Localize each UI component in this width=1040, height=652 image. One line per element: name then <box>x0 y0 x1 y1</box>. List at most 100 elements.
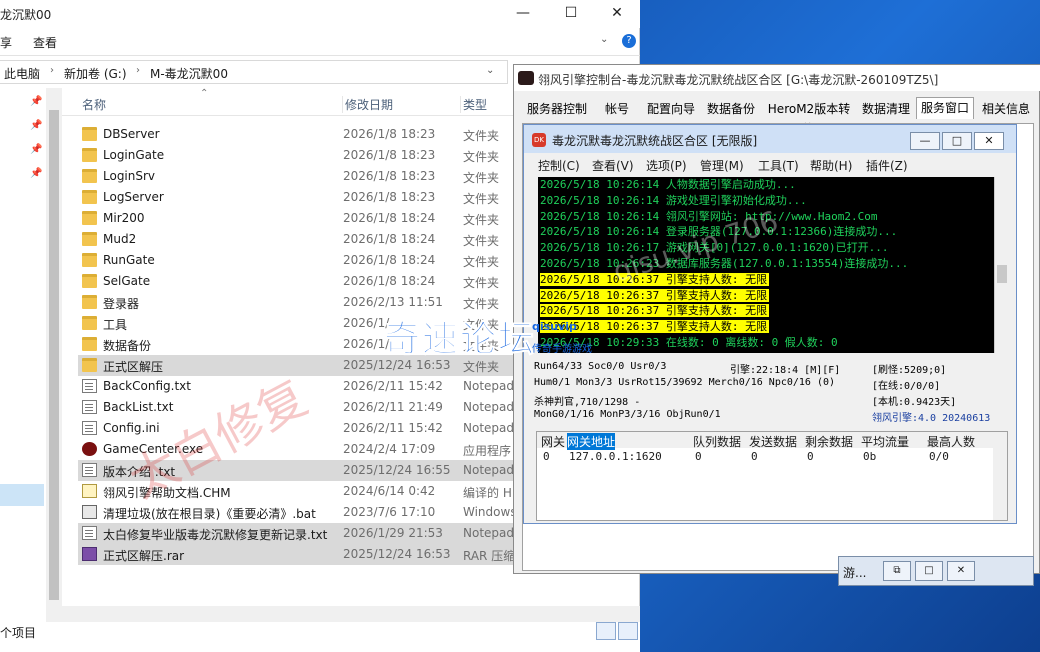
table-cell: 0 <box>751 450 758 463</box>
maximize-button[interactable]: □ <box>942 132 972 150</box>
large-icons-view-icon[interactable] <box>618 622 638 640</box>
file-date: 2026/1/8 18:23 <box>343 127 436 141</box>
file-date: 2026/1/8 18:24 <box>343 274 436 288</box>
file-type: Notepad <box>463 421 514 435</box>
file-type: Notepad <box>463 463 514 477</box>
log-scrollbar[interactable] <box>994 177 1008 353</box>
file-name: SelGate <box>103 274 151 288</box>
server-menu-bar: 控制(C) 查看(V) 选项(P) 管理(M) 工具(T) 帮助(H) 插件(Z) <box>524 155 1016 175</box>
file-name: 正式区解压.rar <box>103 549 185 563</box>
file-name: 工具 <box>103 318 128 332</box>
folder-icon <box>82 232 97 246</box>
menu-item[interactable]: 管理(M) <box>700 157 744 174</box>
file-name: 太白修复毕业版毒龙沉默修复更新记录.txt <box>103 528 328 542</box>
file-date: 2026/1/ <box>343 337 390 351</box>
minimize-button[interactable]: — <box>500 0 546 28</box>
file-date: 2023/7/6 17:10 <box>343 505 436 519</box>
table-column-header[interactable]: 网关地址 <box>567 433 616 450</box>
close-button[interactable]: ✕ <box>594 0 640 28</box>
bat-file-icon <box>82 505 97 519</box>
file-type: 应用程序 <box>463 444 512 458</box>
file-date: 2026/1/29 21:53 <box>343 526 443 540</box>
ribbon-tab-share[interactable]: 享 <box>0 34 12 51</box>
table-column-header[interactable]: 发送数据 <box>749 433 797 450</box>
text-file-icon <box>82 526 97 540</box>
table-cell: 0 <box>543 450 550 463</box>
stat-refresh: [刷怪:5209;0] <box>872 365 947 376</box>
folder-icon <box>82 190 97 204</box>
file-name: RunGate <box>103 253 155 267</box>
file-name: 正式区解压 <box>103 360 164 374</box>
item-count: 个项目 <box>0 626 37 640</box>
tab-1[interactable]: 帐号 <box>594 99 640 119</box>
explorer-title: 龙沉默00 <box>0 8 52 22</box>
tab-4[interactable]: HeroM2版本转换 <box>762 99 856 136</box>
exe-icon <box>82 442 97 456</box>
console-title-bar: 翎风引擎控制台-毒龙沉默毒龙沉默统战区合区 [G:\毒龙沉默-260109TZ5… <box>514 65 1040 91</box>
address-bar[interactable]: 此电脑 › 新加卷 (G:) › M-毒龙沉默00 ⌄ <box>0 60 508 84</box>
breadcrumb-folder[interactable]: M-毒龙沉默00 <box>150 65 228 82</box>
column-name[interactable]: 名称 <box>82 96 106 113</box>
menu-item[interactable]: 帮助(H) <box>810 157 852 174</box>
restore-button[interactable]: ⧉ <box>883 561 911 581</box>
table-column-header[interactable]: 队列数据 <box>693 433 741 450</box>
file-date: 2026/1/ <box>343 316 390 330</box>
text-file-icon <box>82 400 97 414</box>
nav-selected-item[interactable] <box>0 484 44 506</box>
column-date[interactable]: 修改日期 <box>342 96 393 113</box>
tab-7[interactable]: 相关信息 <box>976 99 1036 119</box>
horizontal-scrollbar[interactable] <box>46 606 640 622</box>
tab-0[interactable]: 服务器控制 <box>522 99 592 119</box>
text-file-icon <box>82 379 97 393</box>
tab-2[interactable]: 配置向导 <box>642 99 700 119</box>
tab-6[interactable]: 服务窗口 <box>916 97 974 119</box>
ribbon: 享 查看 ⌄ ? <box>0 28 640 56</box>
log-row: 2026/5/18 10:26:14 翎风引擎网站: http://www.Ha… <box>540 209 878 225</box>
minimize-button[interactable]: — <box>910 132 940 150</box>
tab-5[interactable]: 数据清理 <box>858 99 914 119</box>
folder-icon <box>82 211 97 225</box>
file-type: Notepad <box>463 526 514 540</box>
chevron-down-icon[interactable]: ⌄ <box>600 34 608 45</box>
menu-item[interactable]: 选项(P) <box>646 157 687 174</box>
close-button[interactable]: ✕ <box>974 132 1004 150</box>
chevron-down-icon[interactable]: ⌄ <box>486 65 494 76</box>
menu-item[interactable]: 控制(C) <box>538 157 580 174</box>
tab-3[interactable]: 数据备份 <box>702 99 760 119</box>
help-icon[interactable]: ? <box>622 34 636 48</box>
table-column-header[interactable]: 剩余数据 <box>805 433 853 450</box>
menu-item[interactable]: 插件(Z) <box>866 157 908 174</box>
stat-hum: Hum0/1 Mon3/3 UsrRot15/39692 Merch0/16 N… <box>534 377 836 388</box>
console-title: 翎风引擎控制台-毒龙沉默毒龙沉默统战区合区 [G:\毒龙沉默-260109TZ5… <box>538 73 939 87</box>
scrollbar-thumb[interactable] <box>49 110 59 600</box>
navigation-pane: 📌 📌 📌 📌 <box>0 88 46 628</box>
file-type: 文件夹 <box>463 213 500 227</box>
scrollbar-thumb[interactable] <box>997 265 1007 283</box>
file-type: 编译的 H <box>463 486 512 500</box>
minimized-window[interactable]: 游... ⧉ □ ✕ <box>838 556 1034 586</box>
server-log: 2026/5/18 10:26:14 人物数据引擎启动成功... 2026/5/1… <box>538 177 994 353</box>
table-column-header[interactable]: 网关 <box>541 433 565 450</box>
column-type[interactable]: 类型 <box>460 96 487 113</box>
stat-online: [在线:0/0/0] <box>872 381 941 392</box>
table-scrollbar[interactable] <box>993 432 1007 520</box>
table-column-header[interactable]: 最高人数 <box>927 433 975 450</box>
menu-item[interactable]: 工具(T) <box>758 157 799 174</box>
menu-item[interactable]: 查看(V) <box>592 157 634 174</box>
breadcrumb-drive[interactable]: 新加卷 (G:) <box>64 65 127 82</box>
brand-subtitle: 传奇手游游戏 <box>532 344 592 355</box>
server-title-bar: DK 毒龙沉默毒龙沉默统战区合区 [无限版] — □ ✕ <box>524 125 1016 153</box>
ribbon-tab-view[interactable]: 查看 <box>33 34 57 51</box>
table-column-header[interactable]: 平均流量 <box>861 433 909 450</box>
file-name: BackList.txt <box>103 400 174 414</box>
folder-icon <box>82 127 97 141</box>
file-date: 2026/2/11 15:42 <box>343 379 443 393</box>
folder-icon <box>82 253 97 267</box>
details-view-icon[interactable] <box>596 622 616 640</box>
breadcrumb-this-pc[interactable]: 此电脑 <box>4 65 40 82</box>
nav-scrollbar[interactable] <box>46 88 62 618</box>
brand-url: qisuvip <box>532 320 577 333</box>
maximize-button[interactable]: □ <box>915 561 943 581</box>
maximize-button[interactable]: ☐ <box>548 0 594 28</box>
close-button[interactable]: ✕ <box>947 561 975 581</box>
